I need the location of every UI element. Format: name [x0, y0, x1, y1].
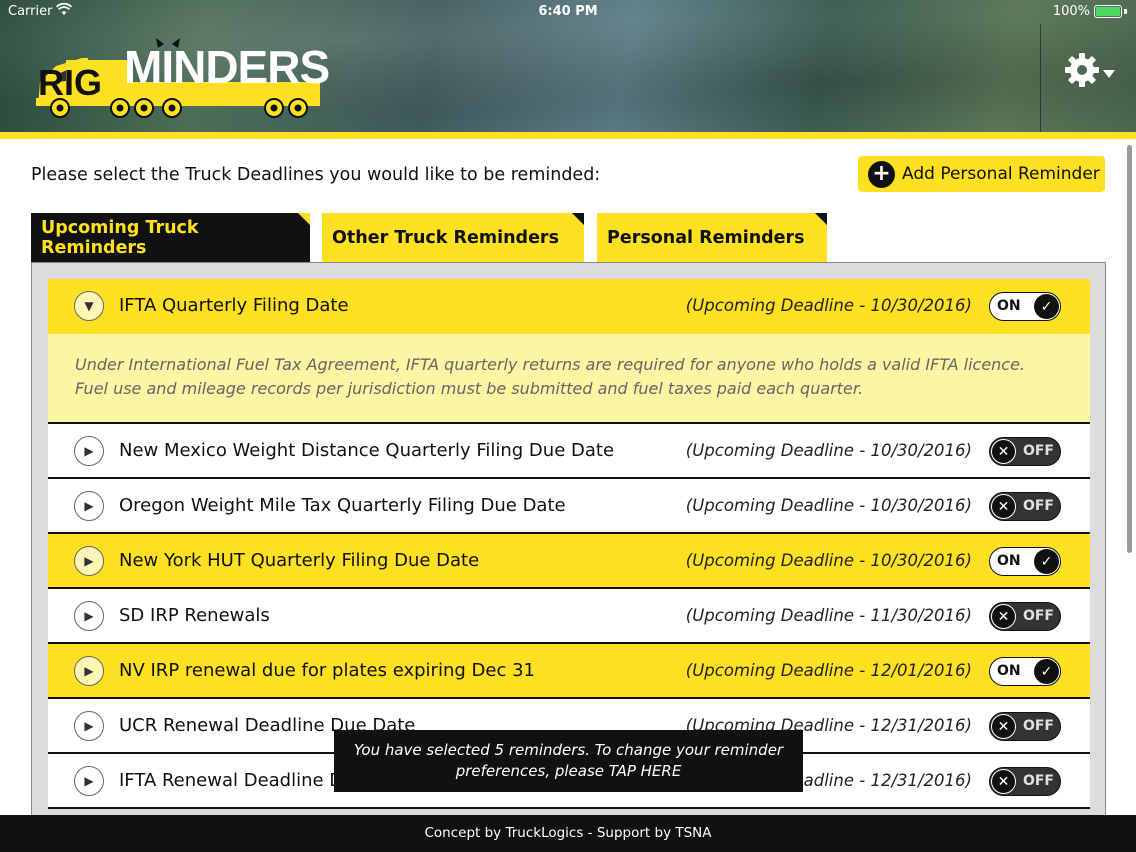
reminder-title: NV IRP renewal due for plates expiring D…: [119, 660, 535, 681]
close-icon: ✕: [991, 714, 1016, 739]
reminder-deadline: (Upcoming Deadline - 10/30/2016): [685, 441, 972, 460]
toggle-label: ON: [997, 663, 1021, 679]
tab-label: Other Truck Reminders: [332, 227, 559, 248]
reminder-title: IFTA Quarterly Filing Date: [119, 295, 349, 316]
close-icon: ✕: [991, 769, 1016, 794]
reminder-toggle[interactable]: ON ✓: [989, 657, 1061, 686]
selection-toast[interactable]: You have selected 5 reminders. To change…: [334, 730, 803, 792]
reminder-row[interactable]: ▶ New York HUT Quarterly Filing Due Date…: [48, 534, 1090, 589]
reminder-toggle[interactable]: ✕ OFF: [989, 602, 1061, 631]
tab-upcoming-truck-reminders[interactable]: Upcoming Truck Reminders: [31, 213, 310, 262]
reminder-row[interactable]: ▶ Oregon Weight Mile Tax Quarterly Filin…: [48, 479, 1090, 534]
reminder-title: New Mexico Weight Distance Quarterly Fil…: [119, 440, 615, 461]
scrollbar[interactable]: [1127, 145, 1132, 553]
rigminders-logo: RIG MINDERS: [36, 36, 330, 120]
collapse-arrow-icon[interactable]: ▼: [74, 291, 104, 321]
logo-rig-text: RIG: [38, 62, 103, 103]
toggle-label: OFF: [1022, 718, 1054, 734]
reminder-row[interactable]: ▶ NV IRP renewal due for plates expiring…: [48, 644, 1090, 699]
toast-line-2: preferences, please TAP HERE: [455, 762, 682, 780]
instruction-text: Please select the Truck Deadlines you wo…: [31, 165, 601, 185]
reminder-title: New York HUT Quarterly Filing Due Date: [119, 550, 480, 571]
reminder-deadline: (Upcoming Deadline - 10/30/2016): [685, 296, 972, 315]
reminder-toggle[interactable]: ✕ OFF: [989, 767, 1061, 796]
tab-label: Upcoming Truck Reminders: [41, 217, 199, 258]
check-icon: ✓: [1034, 659, 1059, 684]
check-icon: ✓: [1034, 294, 1059, 319]
reminder-toggle[interactable]: ON ✓: [989, 547, 1061, 576]
logo-minders-text: MINDERS: [124, 41, 330, 93]
toggle-label: OFF: [1022, 773, 1054, 789]
footer: Concept by TruckLogics - Support by TSNA: [0, 815, 1136, 852]
battery-icon: [1094, 5, 1122, 18]
close-icon: ✕: [991, 604, 1016, 629]
chevron-down-icon: [1103, 63, 1115, 82]
close-icon: ✕: [991, 494, 1016, 519]
toggle-label: OFF: [1022, 498, 1054, 514]
reminder-row[interactable]: ▶ New Mexico Weight Distance Quarterly F…: [48, 424, 1090, 479]
reminder-deadline: (Upcoming Deadline - 12/01/2016): [685, 661, 972, 680]
expand-arrow-icon[interactable]: ▶: [74, 656, 104, 686]
tab-other-truck-reminders[interactable]: Other Truck Reminders: [322, 213, 584, 262]
expand-arrow-icon[interactable]: ▶: [74, 766, 104, 796]
header-stripe: [0, 132, 1136, 139]
battery-percent: 100%: [1052, 4, 1090, 19]
toggle-label: ON: [997, 298, 1021, 314]
header-divider: [1040, 24, 1041, 132]
expand-arrow-icon[interactable]: ▶: [74, 546, 104, 576]
tab-label: Personal Reminders: [607, 227, 805, 248]
reminder-title: Oregon Weight Mile Tax Quarterly Filing …: [119, 495, 566, 516]
reminder-row[interactable]: ▼ IFTA Quarterly Filing Date (Upcoming D…: [48, 279, 1090, 334]
add-personal-reminder-label: Add Personal Reminder: [902, 164, 1100, 184]
close-icon: ✕: [991, 439, 1016, 464]
expand-arrow-icon[interactable]: ▶: [74, 436, 104, 466]
reminder-toggle[interactable]: ✕ OFF: [989, 437, 1061, 466]
reminder-row[interactable]: ▶ SD IRP Renewals (Upcoming Deadline - 1…: [48, 589, 1090, 644]
gear-icon: [1064, 52, 1100, 92]
reminder-deadline: (Upcoming Deadline - 10/30/2016): [685, 551, 972, 570]
tab-personal-reminders[interactable]: Personal Reminders: [597, 213, 827, 262]
expand-arrow-icon[interactable]: ▶: [74, 491, 104, 521]
reminder-deadline: (Upcoming Deadline - 10/30/2016): [685, 496, 972, 515]
toggle-label: OFF: [1022, 608, 1054, 624]
expand-arrow-icon[interactable]: ▶: [74, 601, 104, 631]
toast-line-1: You have selected 5 reminders. To change…: [353, 741, 784, 759]
battery-tip: [1124, 9, 1127, 14]
settings-button[interactable]: [1064, 52, 1120, 92]
plus-icon: +: [868, 160, 895, 188]
reminder-title: SD IRP Renewals: [119, 605, 270, 626]
check-icon: ✓: [1034, 549, 1059, 574]
reminder-deadline: (Upcoming Deadline - 11/30/2016): [685, 606, 972, 625]
toggle-label: OFF: [1022, 443, 1054, 459]
status-bar: Carrier 6:40 PM 100%: [0, 0, 1136, 24]
add-personal-reminder-button[interactable]: + Add Personal Reminder: [858, 156, 1105, 192]
reminder-description: Under International Fuel Tax Agreement, …: [48, 334, 1090, 424]
expand-arrow-icon[interactable]: ▶: [74, 711, 104, 741]
reminder-toggle[interactable]: ON ✓: [989, 292, 1061, 321]
reminder-toggle[interactable]: ✕ OFF: [989, 712, 1061, 741]
clock: 6:40 PM: [538, 4, 598, 19]
toggle-label: ON: [997, 553, 1021, 569]
reminder-toggle[interactable]: ✕ OFF: [989, 492, 1061, 521]
